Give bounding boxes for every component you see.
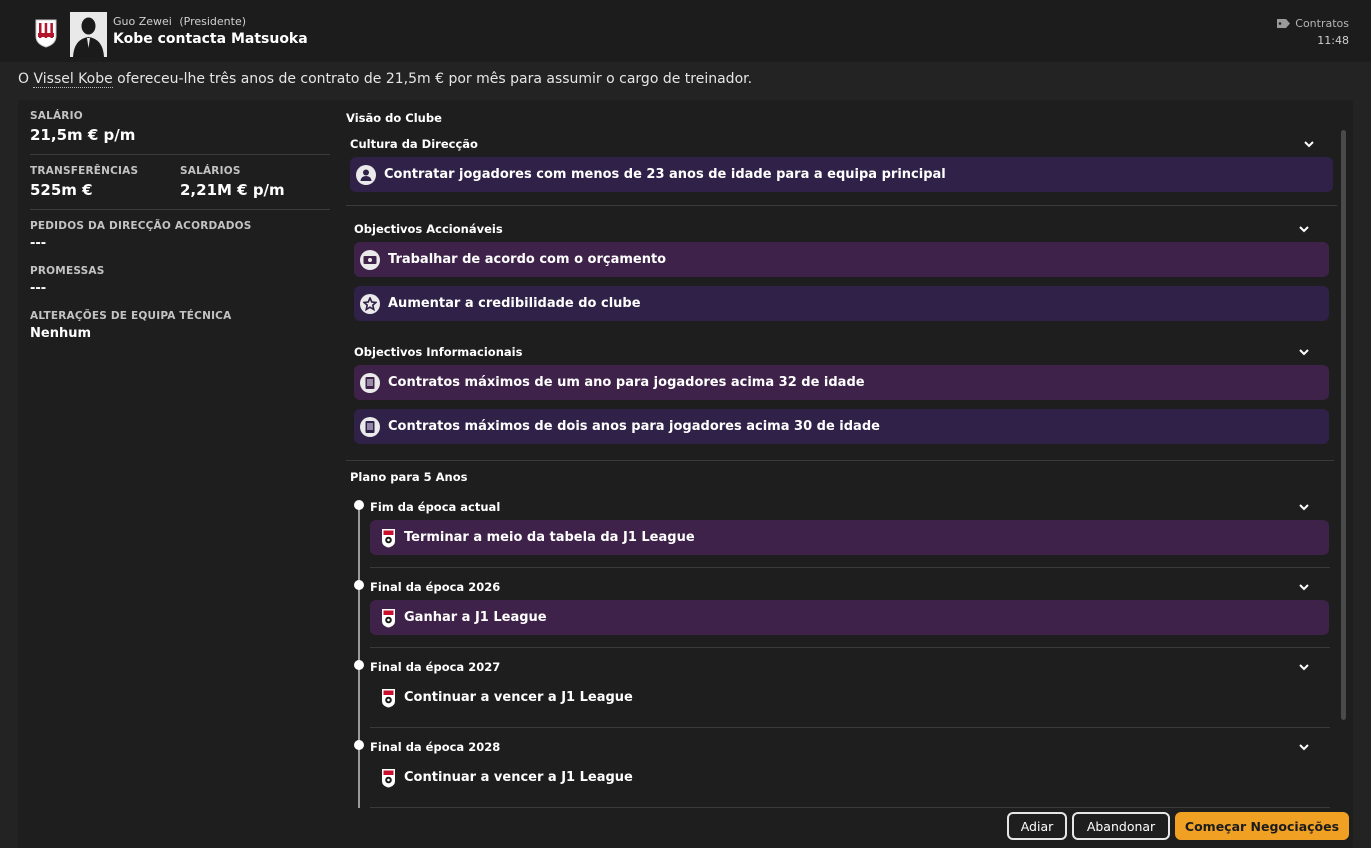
promises-label: PROMESSAS (30, 265, 105, 277)
message-category[interactable]: Contratos (1277, 17, 1349, 30)
avatar[interactable] (70, 12, 107, 57)
message-time: 11:48 (1317, 34, 1349, 47)
stage-label: Final da época 2028 (370, 740, 501, 754)
informational-heading: Objectivos Informacionais (354, 345, 523, 359)
tag-icon (1277, 19, 1291, 28)
chevron-down-icon[interactable] (1297, 580, 1311, 594)
chevron-down-icon[interactable] (1297, 222, 1311, 236)
timeline-line (358, 506, 360, 808)
stage-goal[interactable]: Terminar a meio da tabela da J1 League (370, 520, 1329, 555)
j1-league-icon (382, 528, 395, 547)
salary-value: 21,5m € p/m (30, 126, 136, 144)
contract-icon (360, 416, 380, 437)
stage-goal-label: Ganhar a J1 League (404, 610, 547, 625)
actionable-item-label: Aumentar a credibilidade do clube (388, 296, 641, 311)
divider (370, 647, 1330, 648)
stage-label: Final da época 2027 (370, 660, 501, 674)
timeline-dot (354, 580, 364, 590)
category-label: Contratos (1295, 17, 1349, 30)
informational-item-label: Contratos máximos de dois anos para joga… (388, 419, 880, 434)
contract-icon (360, 372, 380, 393)
intro-body: ofereceu-lhe três anos de contrato de 21… (112, 71, 753, 87)
staff-changes-label: ALTERAÇÕES DE EQUIPA TÉCNICA (30, 310, 232, 322)
five-year-plan-heading: Plano para 5 Anos (350, 470, 468, 484)
informational-item-label: Contratos máximos de um ano para jogador… (388, 375, 865, 390)
stage-label: Fim da época actual (370, 500, 501, 514)
divider (30, 154, 330, 155)
offer-summary: SALÁRIO 21,5m € p/m TRANSFERÊNCIAS 525m … (30, 110, 330, 341)
intro-prefix: O (18, 71, 34, 87)
wages-label: SALÁRIOS (180, 165, 241, 177)
divider (370, 727, 1330, 728)
chevron-down-icon[interactable] (1297, 740, 1311, 754)
divider (30, 209, 330, 210)
culture-item[interactable]: Contratar jogadores com menos de 23 anos… (350, 157, 1333, 192)
stage-label: Final da época 2026 (370, 580, 501, 594)
message-title: Kobe contacta Matsuoka (113, 31, 308, 47)
stage-goal[interactable]: Continuar a vencer a J1 League (370, 760, 1329, 795)
timeline-dot (354, 660, 364, 670)
stage-goal-label: Continuar a vencer a J1 League (404, 770, 633, 785)
actionable-item[interactable]: Trabalhar de acordo com o orçamento (354, 242, 1329, 277)
chevron-down-icon[interactable] (1297, 345, 1311, 359)
stage-goal-label: Continuar a vencer a J1 League (404, 690, 633, 705)
staff-changes-value: Nenhum (30, 326, 92, 341)
sender-role: (Presidente) (179, 15, 247, 28)
board-requests-value: --- (30, 236, 47, 251)
transfers-label: TRANSFERÊNCIAS (30, 165, 139, 177)
transfers-value: 525m € (30, 181, 93, 199)
divider (346, 460, 1334, 461)
salary-label: SALÁRIO (30, 110, 83, 122)
chevron-down-icon[interactable] (1297, 500, 1311, 514)
start-negotiations-button[interactable]: Começar Negociações (1175, 812, 1349, 840)
money-icon (360, 249, 380, 270)
informational-item[interactable]: Contratos máximos de dois anos para joga… (354, 409, 1329, 444)
person-icon (356, 164, 376, 185)
person-silhouette-icon (70, 12, 107, 57)
board-requests-label: PEDIDOS DA DIRECÇÃO ACORDADOS (30, 220, 252, 232)
abandon-button[interactable]: Abandonar (1072, 812, 1170, 840)
budget-row: TRANSFERÊNCIAS 525m € SALÁRIOS 2,21M € p… (30, 165, 330, 199)
promises-value: --- (30, 281, 47, 296)
culture-heading: Cultura da Direcção (350, 137, 478, 151)
timeline-dot (354, 740, 364, 750)
j1-league-icon (382, 688, 395, 707)
timeline-dot (354, 500, 364, 510)
stage-goal-label: Terminar a meio da tabela da J1 League (404, 530, 695, 545)
divider (370, 567, 1330, 568)
sender-name[interactable]: Guo Zewei (113, 15, 172, 28)
informational-item[interactable]: Contratos máximos de um ano para jogador… (354, 365, 1329, 400)
j1-league-icon (382, 768, 395, 787)
divider (370, 807, 1330, 808)
club-badge-icon[interactable] (34, 18, 58, 48)
postpone-button[interactable]: Adiar (1007, 812, 1067, 840)
actionable-item[interactable]: Aumentar a credibilidade do clube (354, 286, 1329, 321)
message-header: Guo Zewei (Presidente) Kobe contacta Mat… (0, 0, 1371, 62)
divider (346, 205, 1337, 206)
chevron-down-icon[interactable] (1297, 660, 1311, 674)
intro-text: O Vissel Kobe ofereceu-lhe três anos de … (18, 71, 753, 88)
stage-goal[interactable]: Continuar a vencer a J1 League (370, 680, 1329, 715)
stage-goal[interactable]: Ganhar a J1 League (370, 600, 1329, 635)
club-vision-title: Visão do Clube (346, 111, 442, 125)
club-link[interactable]: Vissel Kobe (33, 71, 113, 88)
scrollbar[interactable] (1341, 130, 1346, 720)
wages-value: 2,21M € p/m (180, 181, 285, 199)
j1-league-icon (382, 608, 395, 627)
actionable-item-label: Trabalhar de acordo com o orçamento (388, 252, 667, 267)
actionable-heading: Objectivos Accionáveis (354, 222, 503, 236)
star-icon (360, 293, 380, 314)
culture-item-label: Contratar jogadores com menos de 23 anos… (384, 167, 946, 182)
sender-line: Guo Zewei (Presidente) (113, 15, 246, 28)
chevron-down-icon[interactable] (1302, 137, 1316, 151)
